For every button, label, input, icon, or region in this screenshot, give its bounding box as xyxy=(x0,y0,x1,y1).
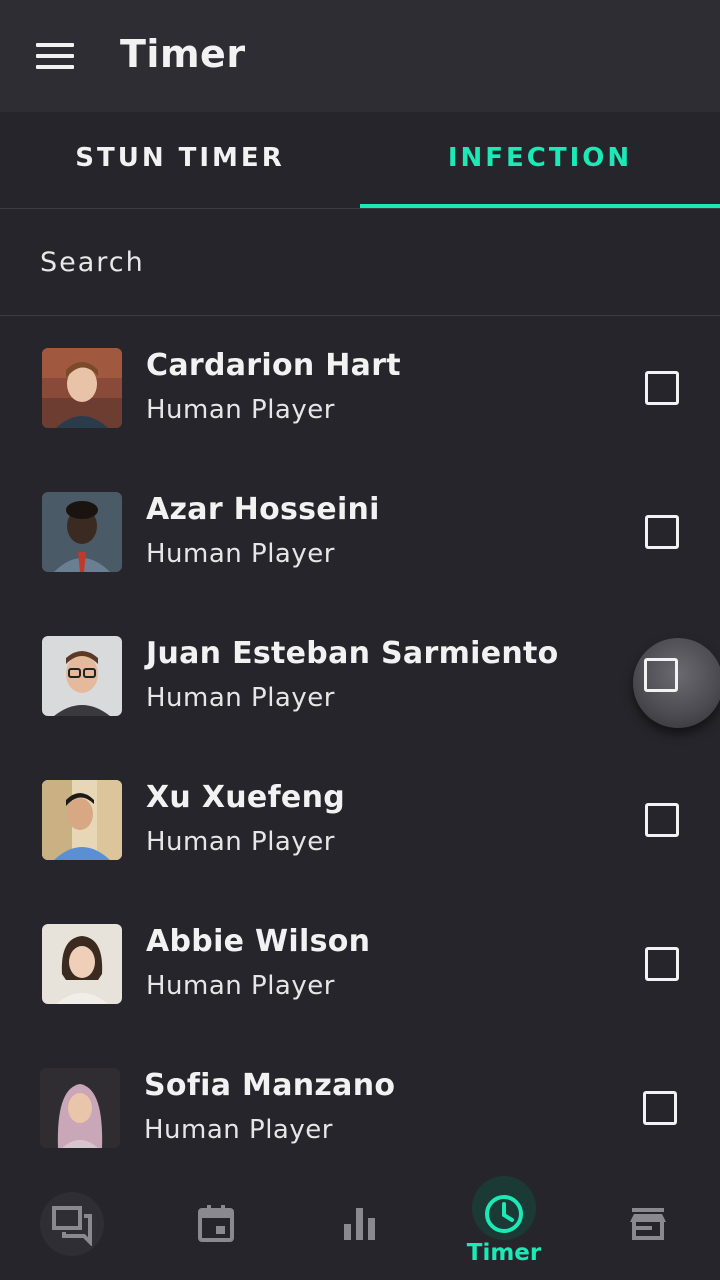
search-input[interactable]: Search xyxy=(0,209,720,315)
list-item[interactable]: Sofia Manzano Human Player xyxy=(0,1036,720,1180)
player-name: Xu Xuefeng xyxy=(146,780,345,815)
avatar xyxy=(42,348,122,428)
nav-chat[interactable] xyxy=(0,1168,144,1280)
search-placeholder: Search xyxy=(40,246,145,278)
tab-infection[interactable]: INFECTION xyxy=(360,112,720,208)
avatar xyxy=(40,1068,120,1148)
nav-timer[interactable]: Timer xyxy=(432,1168,576,1280)
player-role: Human Player xyxy=(146,971,335,1001)
nav-stats[interactable] xyxy=(288,1168,432,1280)
store-icon xyxy=(626,1202,670,1246)
nav-store[interactable] xyxy=(576,1168,720,1280)
list-item[interactable]: Cardarion Hart Human Player xyxy=(0,316,720,460)
player-name: Juan Esteban Sarmiento xyxy=(146,636,559,671)
avatar xyxy=(42,924,122,1004)
player-checkbox[interactable] xyxy=(645,803,679,837)
list-item[interactable]: Xu Xuefeng Human Player xyxy=(0,748,720,892)
nav-calendar[interactable] xyxy=(144,1168,288,1280)
player-checkbox[interactable] xyxy=(645,947,679,981)
player-checkbox[interactable] xyxy=(644,658,678,692)
list-item[interactable]: Juan Esteban Sarmiento Human Player xyxy=(0,604,720,748)
tab-stun-timer[interactable]: STUN TIMER xyxy=(0,112,360,208)
player-name: Abbie Wilson xyxy=(146,924,371,959)
player-role: Human Player xyxy=(144,1115,333,1145)
avatar xyxy=(42,636,122,716)
touch-ripple xyxy=(633,638,720,728)
player-list: Cardarion Hart Human Player Azar Hossein… xyxy=(0,316,720,1180)
page-title: Timer xyxy=(120,32,246,76)
app-bar: Timer xyxy=(0,0,720,112)
tab-infection-label: INFECTION xyxy=(447,143,633,173)
player-checkbox[interactable] xyxy=(645,371,679,405)
chat-icon xyxy=(50,1202,94,1246)
player-role: Human Player xyxy=(146,683,335,713)
tab-stun-timer-label: STUN TIMER xyxy=(75,143,285,173)
menu-icon[interactable] xyxy=(36,43,74,69)
player-role: Human Player xyxy=(146,395,335,425)
bar-chart-icon xyxy=(338,1202,382,1246)
player-role: Human Player xyxy=(146,827,335,857)
avatar xyxy=(42,492,122,572)
player-name: Sofia Manzano xyxy=(144,1068,396,1103)
player-checkbox[interactable] xyxy=(645,515,679,549)
clock-icon xyxy=(482,1192,526,1236)
player-role: Human Player xyxy=(146,539,335,569)
player-checkbox[interactable] xyxy=(643,1091,677,1125)
player-name: Azar Hosseini xyxy=(146,492,380,527)
tab-bar: STUN TIMER INFECTION xyxy=(0,112,720,208)
list-item[interactable]: Azar Hosseini Human Player xyxy=(0,460,720,604)
player-name: Cardarion Hart xyxy=(146,348,401,383)
avatar xyxy=(42,780,122,860)
calendar-icon xyxy=(194,1202,238,1246)
bottom-navigation: Timer xyxy=(0,1168,720,1280)
nav-timer-label: Timer xyxy=(466,1240,542,1266)
list-item[interactable]: Abbie Wilson Human Player xyxy=(0,892,720,1036)
